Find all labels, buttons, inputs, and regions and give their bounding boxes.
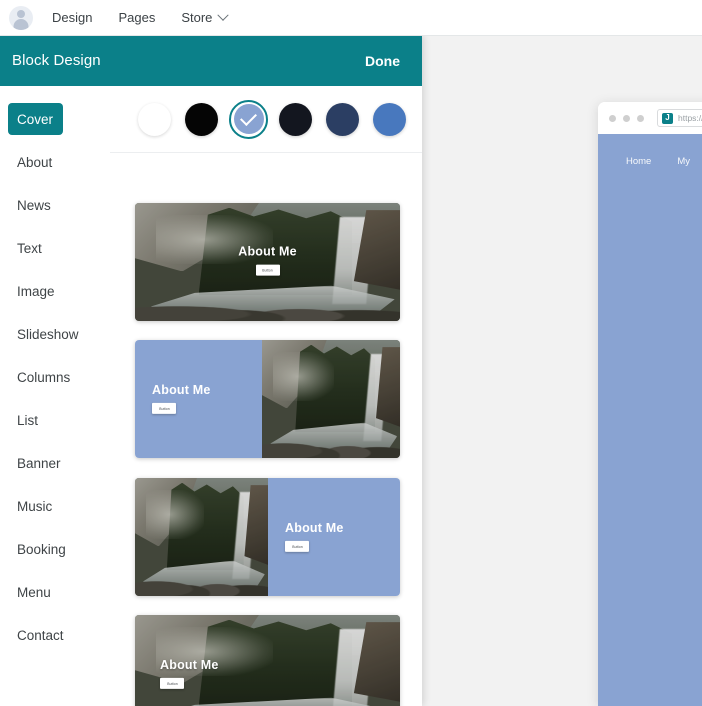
panel-header: Block Design Done bbox=[0, 35, 422, 86]
cover-photo bbox=[262, 340, 400, 458]
site-nav-item-home[interactable]: Home bbox=[626, 156, 651, 167]
sidebar-item-image-label: Image bbox=[17, 284, 55, 299]
url-text: https://w bbox=[678, 113, 702, 123]
layout-heading: About Me bbox=[160, 657, 219, 672]
site-canvas: Home My bbox=[598, 134, 702, 706]
sidebar-item-columns-label: Columns bbox=[17, 370, 71, 385]
layout-cta-label: Button bbox=[291, 544, 303, 549]
layout-cta-label: Button bbox=[158, 406, 170, 411]
chevron-down-icon bbox=[217, 9, 230, 21]
favicon-letter: J bbox=[665, 113, 670, 122]
sidebar-item-banner-label: Banner bbox=[17, 456, 61, 471]
sidebar-item-text-label: Text bbox=[17, 241, 42, 256]
sidebar-item-menu[interactable]: Menu bbox=[0, 571, 110, 614]
sidebar-item-about-label: About bbox=[17, 155, 53, 170]
layout-heading: About Me bbox=[238, 244, 297, 259]
nav-item-pages-label: Pages bbox=[118, 10, 156, 25]
sidebar-item-about[interactable]: About bbox=[0, 141, 110, 184]
color-swatch-white[interactable] bbox=[135, 100, 174, 139]
url-bar[interactable]: J https://w bbox=[657, 109, 702, 127]
block-design-panel: Block Design Done Cover About News Text … bbox=[0, 35, 422, 706]
layout-option-image-left-color-right[interactable]: About Me Button bbox=[135, 478, 400, 596]
layout-cta-button[interactable]: Button bbox=[152, 402, 176, 414]
layout-thumbnail-list: About Me Button About Me Button About Me… bbox=[110, 153, 422, 706]
layout-cta-button[interactable]: Button bbox=[285, 540, 309, 552]
sidebar-item-banner[interactable]: Banner bbox=[0, 442, 110, 485]
url-prefix: https:// bbox=[678, 113, 702, 123]
block-type-sidebar: Cover About News Text Image Slideshow Co… bbox=[0, 86, 111, 706]
browser-toolbar: J https://w bbox=[598, 102, 702, 134]
sidebar-item-slideshow[interactable]: Slideshow bbox=[0, 313, 110, 356]
color-swatch-periwinkle[interactable] bbox=[229, 99, 268, 139]
site-favicon-icon: J bbox=[662, 112, 673, 124]
layout-overlay: About Me Button bbox=[135, 245, 400, 276]
layout-overlay: About Me Button bbox=[160, 658, 219, 689]
layout-overlay: About Me Button bbox=[285, 521, 344, 552]
window-zoom-dot-icon[interactable] bbox=[637, 114, 644, 122]
avatar[interactable] bbox=[9, 5, 33, 30]
color-swatch-near-black-blue[interactable] bbox=[276, 100, 315, 139]
sidebar-item-music[interactable]: Music bbox=[0, 485, 110, 528]
sidebar-item-contact-label: Contact bbox=[17, 628, 64, 643]
sidebar-item-menu-label: Menu bbox=[17, 585, 51, 600]
swatch-fill bbox=[326, 102, 359, 136]
sidebar-item-contact[interactable]: Contact bbox=[0, 614, 110, 657]
nav-item-pages[interactable]: Pages bbox=[118, 10, 155, 25]
sidebar-item-news[interactable]: News bbox=[0, 184, 110, 227]
top-nav: Design Pages Store bbox=[52, 9, 253, 25]
layout-option-full-image-left-aligned[interactable]: About Me Button bbox=[135, 615, 400, 706]
sidebar-item-booking-label: Booking bbox=[17, 542, 66, 557]
sidebar-item-image[interactable]: Image bbox=[0, 270, 110, 313]
layout-heading: About Me bbox=[285, 520, 344, 535]
nav-item-design[interactable]: Design bbox=[52, 10, 92, 25]
sidebar-item-cover-label: Cover bbox=[17, 112, 54, 127]
sidebar-item-slideshow-label: Slideshow bbox=[17, 327, 79, 342]
top-app-bar: Design Pages Store bbox=[0, 0, 702, 36]
sidebar-item-news-label: News bbox=[17, 198, 51, 213]
app-root: Design Pages Store J https://w bbox=[0, 0, 702, 706]
swatch-fill bbox=[373, 102, 406, 136]
page-title: Block Design bbox=[12, 52, 101, 69]
swatch-fill bbox=[279, 102, 312, 136]
layout-overlay: About Me Button bbox=[152, 383, 211, 414]
sidebar-item-list-label: List bbox=[17, 413, 39, 428]
nav-item-store[interactable]: Store bbox=[181, 9, 230, 25]
color-swatch-blue[interactable] bbox=[370, 100, 409, 139]
swatch-fill bbox=[138, 102, 171, 136]
layout-cta-button[interactable]: Button bbox=[255, 264, 280, 276]
layout-option-color-left-image-right[interactable]: About Me Button bbox=[135, 340, 400, 458]
color-swatch-navy[interactable] bbox=[323, 100, 362, 139]
window-close-dot-icon[interactable] bbox=[609, 114, 616, 122]
sidebar-item-music-label: Music bbox=[17, 499, 53, 514]
preview-stage: J https://w Home My bbox=[422, 35, 702, 706]
sidebar-item-list[interactable]: List bbox=[0, 399, 110, 442]
site-nav-item-my[interactable]: My bbox=[677, 156, 690, 167]
sidebar-item-cover[interactable]: Cover bbox=[0, 98, 110, 141]
layout-cta-button[interactable]: Button bbox=[160, 677, 184, 689]
done-button[interactable]: Done bbox=[365, 53, 400, 69]
cover-photo bbox=[135, 478, 268, 596]
layout-option-full-image-centered[interactable]: About Me Button bbox=[135, 203, 400, 321]
layout-cta-label: Button bbox=[166, 681, 178, 686]
sidebar-item-text[interactable]: Text bbox=[0, 227, 110, 270]
nav-item-design-label: Design bbox=[52, 10, 93, 25]
site-nav: Home My bbox=[598, 134, 702, 167]
color-swatch-black[interactable] bbox=[182, 100, 221, 139]
layout-cta-label: Button bbox=[262, 268, 273, 273]
browser-preview: J https://w Home My bbox=[598, 102, 702, 706]
swatch-fill bbox=[185, 102, 218, 136]
sidebar-item-columns[interactable]: Columns bbox=[0, 356, 110, 399]
layout-heading: About Me bbox=[152, 382, 211, 397]
window-minimize-dot-icon[interactable] bbox=[623, 114, 630, 122]
sidebar-item-booking[interactable]: Booking bbox=[0, 528, 110, 571]
color-swatch-row bbox=[110, 86, 422, 153]
nav-item-store-label: Store bbox=[181, 10, 213, 25]
